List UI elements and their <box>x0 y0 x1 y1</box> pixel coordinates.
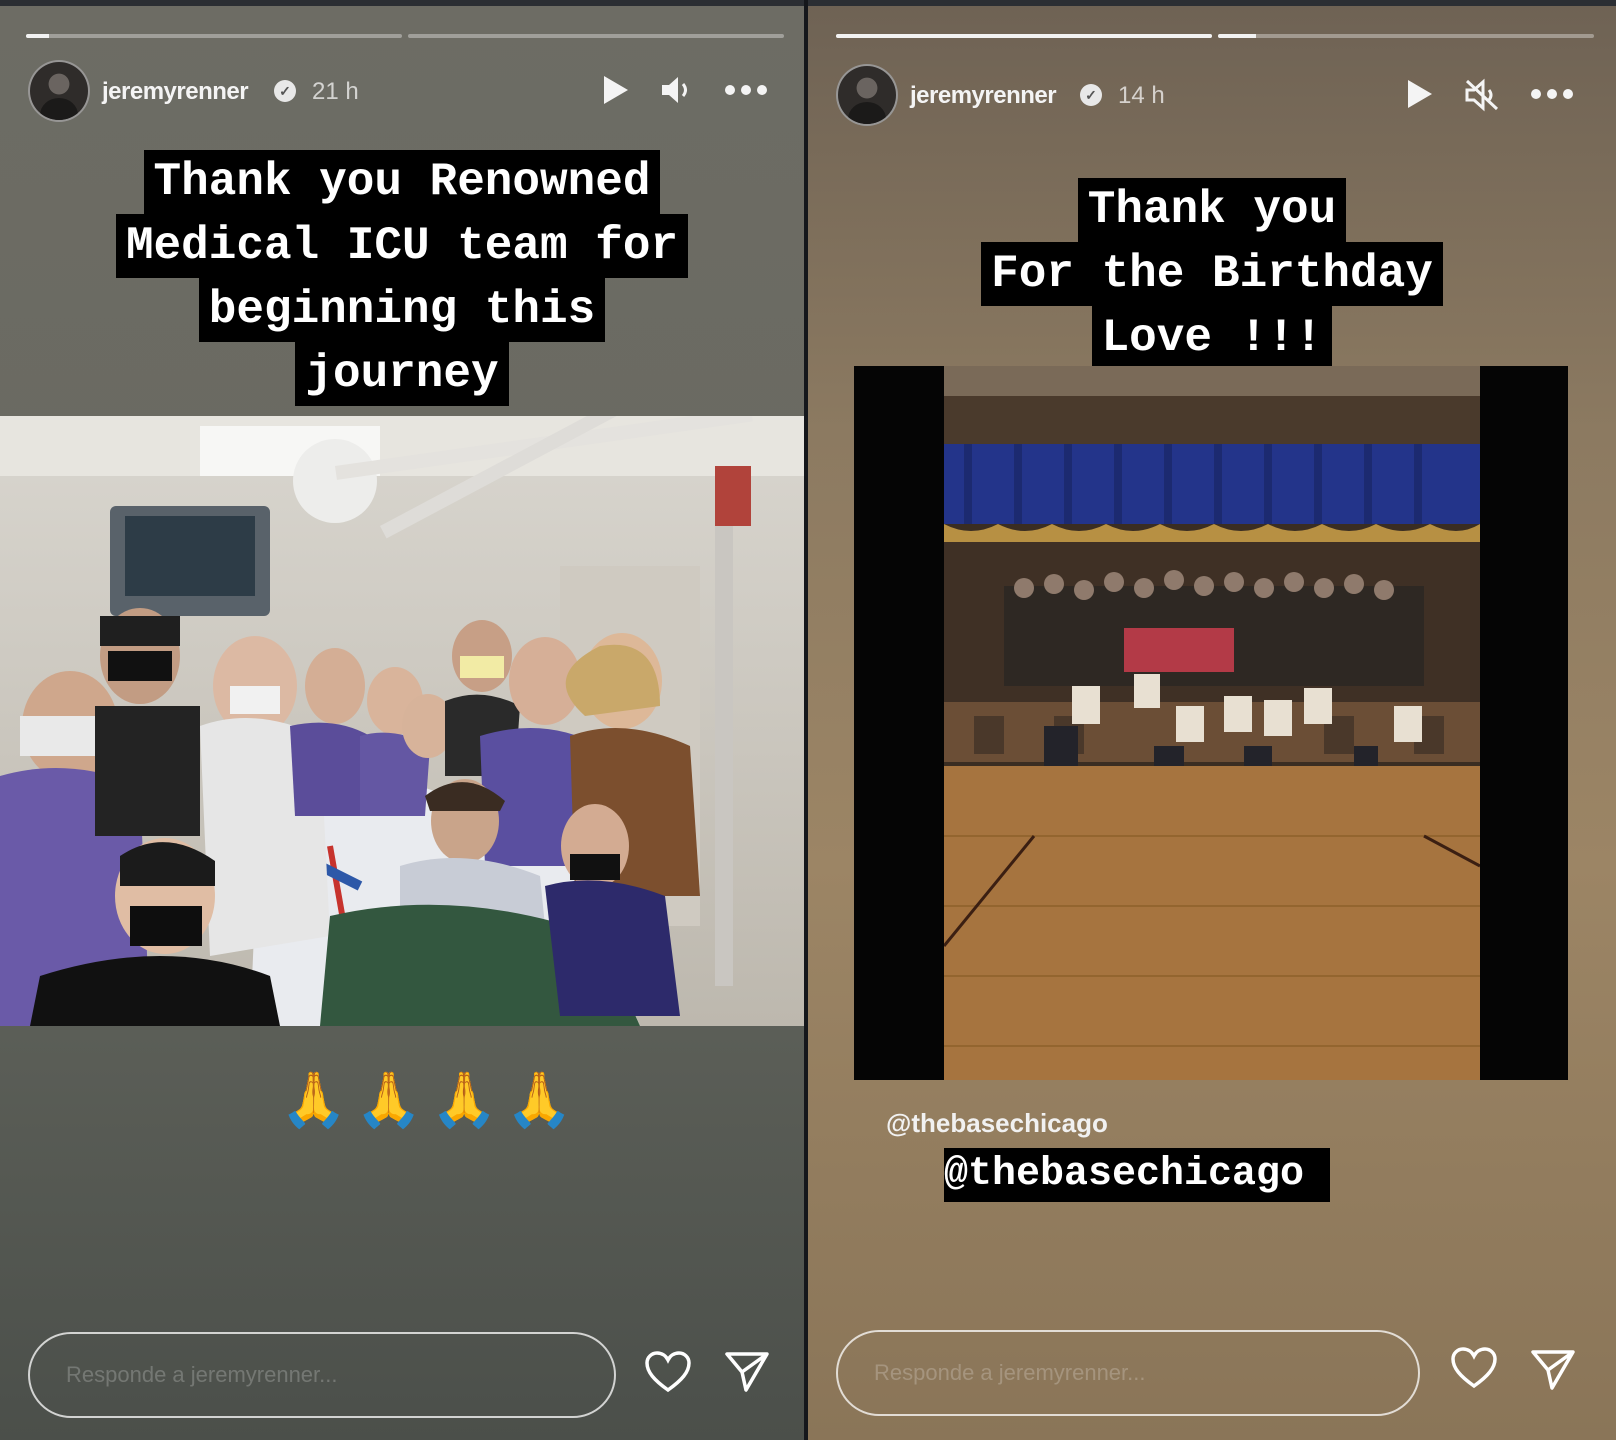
story-header: jeremyrenner ✓ 14 h <box>808 64 1616 130</box>
story-caption: Thank you For the Birthday Love !!! <box>808 178 1616 370</box>
muted-icon[interactable] <box>1464 78 1500 112</box>
verified-badge-icon: ✓ <box>274 80 296 102</box>
reply-field[interactable] <box>836 1330 1420 1416</box>
more-options-icon[interactable] <box>1530 78 1574 110</box>
icu-team-photo <box>0 416 804 1026</box>
praying-hands-emoji: 🙏 <box>505 1070 573 1130</box>
praying-hands-emoji: 🙏 <box>355 1070 423 1130</box>
avatar[interactable] <box>836 64 898 126</box>
birthday-stage-video[interactable] <box>944 366 1480 1080</box>
reply-field[interactable] <box>28 1332 616 1418</box>
caption-line: For the Birthday <box>981 242 1443 306</box>
caption-line: Medical ICU team for <box>115 214 689 278</box>
progress-fill <box>26 34 49 38</box>
post-time: 21 h <box>312 78 359 105</box>
progress-segment-1 <box>26 34 402 38</box>
caption-line: Love !!! <box>1091 306 1333 370</box>
praying-hands-emoji: 🙏 <box>280 1070 348 1130</box>
caption-line: journey <box>295 342 509 406</box>
mention-sticker[interactable]: @thebasechicago <box>886 1108 1108 1139</box>
heart-icon[interactable] <box>1450 1346 1498 1395</box>
top-strip <box>0 0 804 6</box>
username[interactable]: jeremyrenner <box>910 82 1057 110</box>
praying-hands-emoji: 🙏 <box>430 1070 498 1130</box>
caption-line: beginning this <box>198 278 606 342</box>
heart-icon[interactable] <box>644 1350 692 1399</box>
story-header: jeremyrenner ✓ 21 h <box>0 60 804 126</box>
progress-segment-2 <box>408 34 784 38</box>
story-progress <box>26 34 784 38</box>
mention-caption[interactable]: @thebasechicago <box>944 1148 1331 1202</box>
avatar[interactable] <box>28 60 90 122</box>
emoji-row: 🙏 🙏 🙏 🙏 <box>280 1070 573 1130</box>
progress-segment-2 <box>1218 34 1594 38</box>
story-panel-2[interactable]: jeremyrenner ✓ 14 h Thank you For the Bi… <box>808 0 1616 1440</box>
progress-segment-1 <box>836 34 1212 38</box>
more-options-icon[interactable] <box>724 74 768 106</box>
caption-line: Thank you <box>1077 178 1347 242</box>
story-caption: Thank you Renowned Medical ICU team for … <box>0 150 804 406</box>
top-strip <box>808 0 1616 6</box>
post-time: 14 h <box>1118 82 1165 109</box>
volume-icon[interactable] <box>660 74 694 106</box>
play-icon[interactable] <box>1404 78 1434 110</box>
reply-input[interactable] <box>838 1332 1418 1414</box>
play-icon[interactable] <box>600 74 630 106</box>
send-icon[interactable] <box>724 1350 770 1399</box>
username[interactable]: jeremyrenner <box>102 78 249 106</box>
progress-fill <box>836 34 1212 38</box>
send-icon[interactable] <box>1530 1348 1576 1397</box>
verified-badge-icon: ✓ <box>1080 84 1102 106</box>
reply-input[interactable] <box>30 1334 614 1416</box>
story-panel-1[interactable]: jeremyrenner ✓ 21 h Thank you Renowned M… <box>0 0 804 1440</box>
story-progress <box>836 34 1594 38</box>
caption-line: Thank you Renowned <box>143 150 661 214</box>
progress-fill <box>1218 34 1256 38</box>
